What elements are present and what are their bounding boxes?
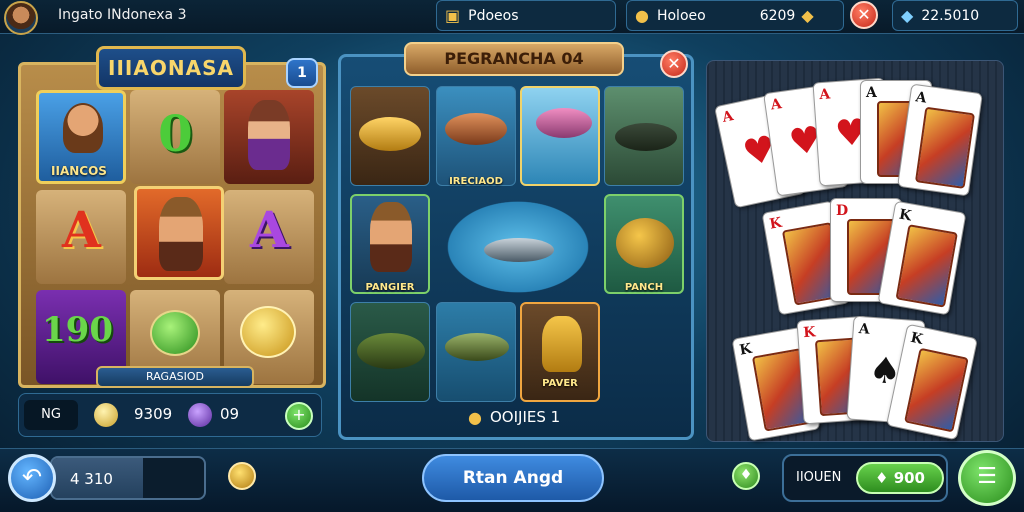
- tile-golden-fish[interactable]: [350, 86, 430, 186]
- gold-coin-icon: [94, 403, 118, 427]
- blue-gem-icon: ◆: [901, 6, 914, 25]
- slot-footer-label: RAGASIOD: [96, 366, 254, 388]
- purple-gem-icon: [188, 403, 212, 427]
- fisher-portrait-icon: [370, 202, 412, 272]
- coins-label: Holoeo: [656, 7, 706, 24]
- trout-icon: [445, 113, 507, 145]
- gold-gem-button[interactable]: [228, 462, 256, 490]
- card-face-art: [914, 106, 976, 189]
- golden-fish-icon: [359, 117, 421, 151]
- card-rank: A: [914, 89, 928, 107]
- progress-text: 4 310: [70, 470, 113, 488]
- chest-icon: ▣: [445, 6, 461, 25]
- card-rank: A: [858, 321, 871, 338]
- back-button[interactable]: ↶: [8, 454, 56, 502]
- card-face-art: [904, 347, 969, 433]
- golden-idol-icon: [542, 316, 582, 372]
- bet-label: IIOUEN: [796, 470, 842, 485]
- slot-level-badge[interactable]: 1: [286, 58, 318, 88]
- slot-title: IIIAONASA: [96, 46, 246, 90]
- hooked-fish-icon: [484, 238, 554, 262]
- reel-zero[interactable]: 0: [130, 90, 220, 184]
- playing-card[interactable]: A: [897, 83, 983, 197]
- tile-caption-top: IRECIAOD: [449, 176, 503, 187]
- card-rank: A: [769, 96, 783, 114]
- tile-bass[interactable]: [350, 302, 430, 402]
- card-rank: A: [818, 86, 831, 104]
- top-close-button[interactable]: ✕: [850, 1, 878, 29]
- bet-value-button[interactable]: ♦ 900: [856, 462, 944, 494]
- coins-value: 6209: [759, 7, 796, 24]
- bet-value: 900: [893, 469, 925, 487]
- green-gem-button[interactable]: ♦: [732, 462, 760, 490]
- bet-box: IIOUEN ♦ 900: [782, 454, 948, 502]
- add-funds-button[interactable]: +: [285, 402, 313, 430]
- fishing-close-button[interactable]: ✕: [660, 50, 688, 78]
- card-rank: A: [866, 85, 877, 101]
- tile-piranha[interactable]: [604, 194, 684, 294]
- tile-caption-right: PANCH: [624, 282, 664, 293]
- tile-catfish[interactable]: [604, 86, 684, 186]
- menu-button[interactable]: ☰: [958, 450, 1016, 506]
- card-rank: K: [768, 214, 784, 233]
- main-action-button[interactable]: Rtan Angd: [422, 454, 604, 502]
- piranha-icon: [616, 218, 674, 268]
- fishing-title: PEGRANCHA 04: [404, 42, 624, 76]
- salmon-icon: [536, 108, 592, 138]
- menu-pill[interactable]: ▣ Pdoeos: [436, 0, 616, 31]
- coins-display[interactable]: ● Holoeo 6209 ◆: [626, 0, 844, 31]
- reel-sorceress[interactable]: [224, 90, 314, 184]
- a-red-symbol: A: [62, 200, 101, 259]
- stats-value-coins: 9309: [134, 405, 173, 423]
- gold-coin-icon: [240, 306, 296, 358]
- tile-fisher[interactable]: [350, 194, 430, 294]
- game-title: Ingato INdonexa 3: [58, 7, 187, 23]
- a-purple-symbol: A: [250, 200, 289, 259]
- player-avatar[interactable]: [4, 1, 38, 35]
- card-rank: A: [720, 108, 735, 126]
- bet-gem-icon: ♦: [875, 469, 889, 487]
- green-coin-icon: [150, 310, 200, 356]
- progress-bar: 4 310: [50, 456, 206, 500]
- gems-display[interactable]: ◆ 22.5010: [892, 0, 1018, 31]
- catfish-icon: [615, 123, 677, 151]
- card-rank: K: [909, 329, 925, 348]
- hero-portrait-icon: [159, 197, 203, 271]
- card-rank: K: [897, 206, 913, 225]
- explorer-portrait-icon: [63, 103, 103, 153]
- card-rank: K: [738, 340, 754, 359]
- card-rank: K: [802, 324, 817, 342]
- tile-caption-left: PANGIER: [365, 282, 415, 293]
- pike-icon: [445, 333, 509, 361]
- card-rank: D: [836, 203, 849, 219]
- stats-value-gems: 09: [220, 405, 240, 423]
- card-face-art: [895, 224, 958, 308]
- gold-gem-icon: ◆: [801, 6, 814, 25]
- reel-hero[interactable]: [134, 186, 224, 280]
- symbol-190: 190: [42, 310, 113, 350]
- stats-label: NG: [24, 400, 78, 430]
- coin-stack-icon: ●: [635, 6, 649, 25]
- menu-pill-label: Pdoeos: [468, 7, 519, 24]
- tile-trout[interactable]: [436, 86, 516, 186]
- trophy-icon: ●: [468, 408, 482, 427]
- tile-salmon[interactable]: [520, 86, 600, 186]
- sorceress-portrait-icon: [248, 100, 290, 170]
- water-splash: [436, 194, 600, 300]
- zero-symbol: 0: [158, 104, 193, 163]
- fishing-total: OOIJIES 1: [490, 408, 561, 426]
- tile-caption-bottom: PAVER: [542, 378, 578, 389]
- reel-a-red[interactable]: A: [36, 190, 126, 284]
- reel-caption: IIANCOS: [51, 164, 107, 178]
- reel-a-purple[interactable]: A: [224, 190, 314, 284]
- gems-value: 22.5010: [921, 7, 980, 24]
- tile-pike[interactable]: [436, 302, 516, 402]
- bass-icon: [357, 333, 425, 369]
